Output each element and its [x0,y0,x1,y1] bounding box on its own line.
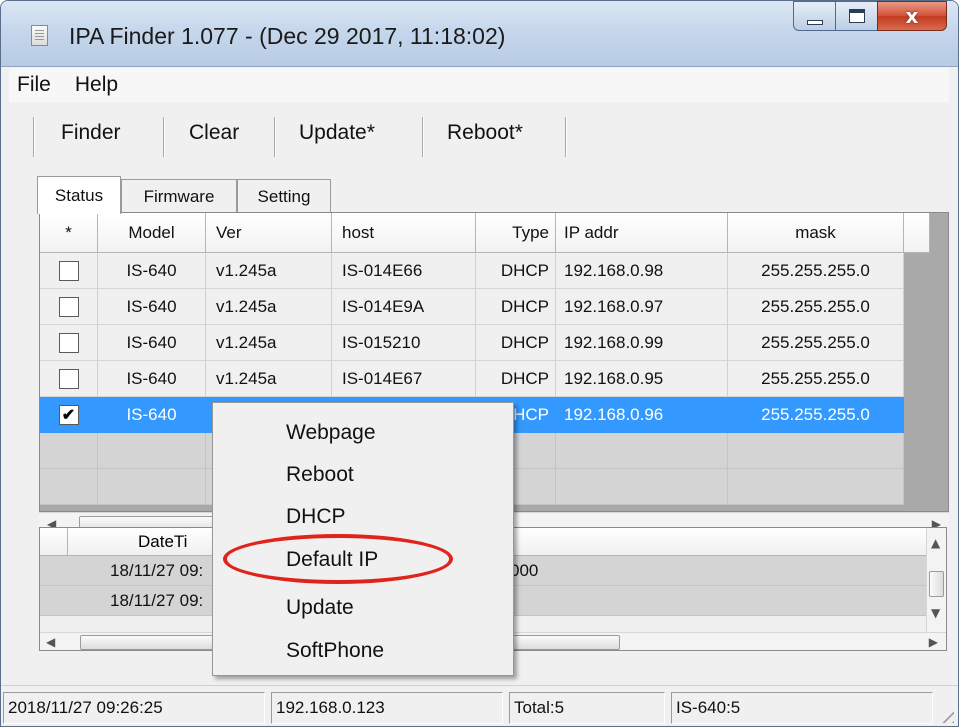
column-mask[interactable]: mask [728,213,904,253]
model-cell: IS-640 [98,289,206,325]
log-vertical-scrollbar[interactable]: ▲ ▼ [926,528,946,632]
toolbar-separator [565,117,567,157]
model-cell: IS-640 [98,325,206,361]
row-checkbox-cell[interactable] [40,289,98,325]
ip-cell: 192.168.0.99 [556,325,728,361]
scroll-down-icon[interactable]: ▼ [931,606,940,620]
app-icon [31,25,48,46]
type-cell: DHCP [476,361,556,397]
status-model-count: IS-640:5 [671,692,933,724]
ver-cell: v1.245a [206,361,332,397]
type-cell: DHCP [476,253,556,289]
type-cell: DHCP [476,289,556,325]
scroll-left-icon[interactable]: ◀ [46,635,55,649]
highlight-annotation [223,534,453,584]
title-bar[interactable]: IPA Finder 1.077 - (Dec 29 2017, 11:18:0… [1,1,958,67]
ver-cell: v1.245a [206,325,332,361]
type-cell: DHCP [476,325,556,361]
menu-item-webpage[interactable]: Webpage [286,421,376,445]
maximize-button[interactable] [835,1,877,31]
row-checkbox[interactable] [58,260,79,281]
column-select[interactable]: * [40,213,98,253]
tab-status[interactable]: Status [37,176,121,214]
ver-cell: v1.245a [206,253,332,289]
tab-firmware[interactable]: Firmware [121,179,237,213]
log-time: 18/11/27 09: [110,561,204,580]
row-checkbox-cell[interactable] [40,361,98,397]
minimize-icon [806,19,823,25]
model-cell: IS-640 [98,397,206,433]
column-ip[interactable]: IP addr [556,213,728,253]
tab-setting[interactable]: Setting [237,179,331,213]
status-total: Total:5 [509,692,665,724]
mask-cell: 255.255.255.0 [728,361,904,397]
table-row[interactable]: IS-640 v1.245a IS-014E66 DHCP 192.168.0.… [40,253,904,289]
scroll-right-icon[interactable]: ▶ [929,635,938,649]
model-cell: IS-640 [98,253,206,289]
host-cell: IS-014E9A [332,289,476,325]
column-model[interactable]: Model [98,213,206,253]
column-ver[interactable]: Ver [206,213,332,253]
minimize-button[interactable] [793,1,835,31]
reboot-button[interactable]: Reboot* [447,121,523,145]
grid-header: * Model Ver host Type IP addr mask [40,213,930,253]
update-button[interactable]: Update* [299,121,375,145]
ip-cell: 192.168.0.95 [556,361,728,397]
host-cell: IS-014E67 [332,361,476,397]
log-column-marker [40,528,68,556]
row-checkbox[interactable] [58,368,79,389]
menu-file[interactable]: File [9,73,59,97]
status-bar: 2018/11/27 09:26:25 192.168.0.123 Total:… [1,685,958,726]
mask-cell: 255.255.255.0 [728,289,904,325]
close-icon: x [905,4,919,28]
mask-cell: 255.255.255.0 [728,325,904,361]
ip-cell: 192.168.0.96 [556,397,728,433]
host-cell: IS-014E66 [332,253,476,289]
log-text: 000 [510,561,539,580]
toolbar-separator [33,117,35,157]
resize-grip-icon[interactable] [936,705,954,723]
menu-item-softphone[interactable]: SoftPhone [286,639,384,663]
table-row[interactable]: IS-640 v1.245a IS-014E9A DHCP 192.168.0.… [40,289,904,325]
ip-cell: 192.168.0.97 [556,289,728,325]
scroll-up-icon[interactable]: ▲ [931,536,940,550]
window-title: IPA Finder 1.077 - (Dec 29 2017, 11:18:0… [69,23,506,49]
table-row[interactable]: IS-640 v1.245a IS-015210 DHCP 192.168.0.… [40,325,904,361]
close-button[interactable]: x [877,1,947,31]
finder-button[interactable]: Finder [61,121,121,145]
row-checkbox-cell[interactable] [40,325,98,361]
row-checkbox-cell[interactable]: ✔ [40,397,98,433]
model-cell: IS-640 [98,361,206,397]
caption-buttons: x [793,1,947,31]
ver-cell: v1.245a [206,289,332,325]
menu-item-reboot[interactable]: Reboot [286,463,354,487]
column-filler [904,213,930,253]
status-local-ip: 192.168.0.123 [271,692,503,724]
menu-bar: File Help [9,68,949,102]
log-time: 18/11/27 09: [110,591,204,610]
ip-cell: 192.168.0.98 [556,253,728,289]
host-cell: IS-015210 [332,325,476,361]
mask-cell: 255.255.255.0 [728,253,904,289]
row-checkbox[interactable] [58,296,79,317]
mask-cell: 255.255.255.0 [728,397,904,433]
row-checkbox-cell[interactable] [40,253,98,289]
menu-item-dhcp[interactable]: DHCP [286,505,346,529]
table-row[interactable]: IS-640 v1.245a IS-014E67 DHCP 192.168.0.… [40,361,904,397]
status-datetime: 2018/11/27 09:26:25 [3,692,265,724]
toolbar-separator [163,117,165,157]
toolbar: Finder Clear Update* Reboot* [9,105,949,165]
row-checkbox[interactable] [58,332,79,353]
column-type[interactable]: Type [476,213,556,253]
menu-help[interactable]: Help [67,73,126,97]
menu-item-update[interactable]: Update [286,596,354,620]
maximize-icon [848,9,865,23]
column-host[interactable]: host [332,213,476,253]
toolbar-separator [274,117,276,157]
toolbar-separator [422,117,424,157]
scroll-thumb[interactable] [929,571,944,597]
clear-button[interactable]: Clear [189,121,239,145]
row-checkbox-checked[interactable]: ✔ [58,404,79,425]
